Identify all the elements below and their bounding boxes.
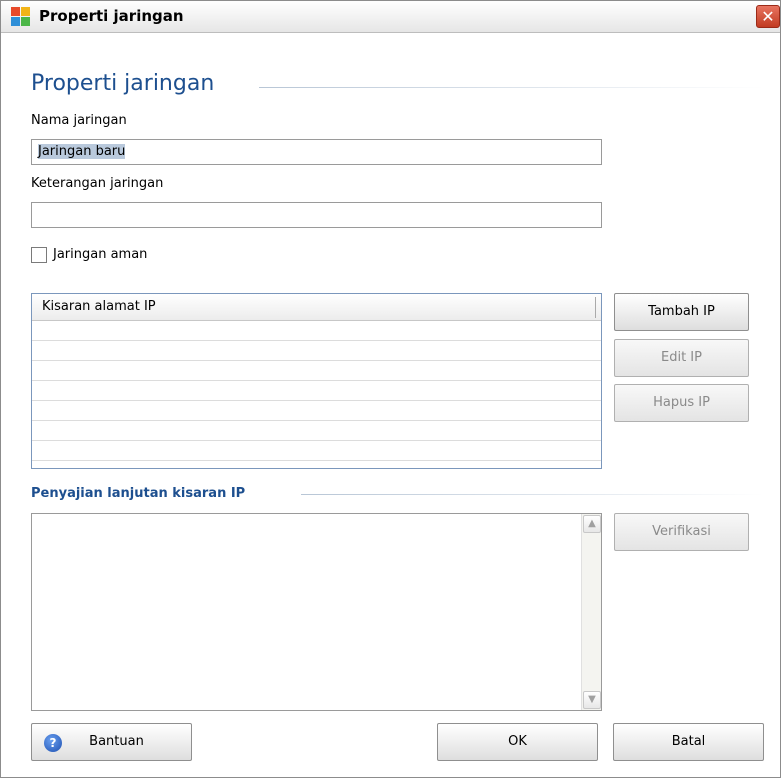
list-item[interactable] bbox=[32, 441, 601, 461]
advanced-ip-section-title: Penyajian lanjutan kisaran IP bbox=[31, 486, 246, 501]
page-title: Properti jaringan bbox=[31, 71, 215, 96]
ip-range-column-header[interactable]: Kisaran alamat IP bbox=[32, 294, 601, 321]
network-name-value: Jaringan baru bbox=[38, 144, 126, 159]
list-item[interactable] bbox=[32, 421, 601, 441]
column-separator bbox=[595, 297, 596, 318]
remove-ip-button[interactable]: Hapus IP bbox=[614, 384, 749, 422]
cancel-button[interactable]: Batal bbox=[613, 723, 764, 761]
help-button[interactable]: ? Bantuan bbox=[31, 723, 192, 761]
ip-range-list[interactable]: Kisaran alamat IP bbox=[31, 293, 602, 469]
vertical-scrollbar[interactable]: ▲ ▼ bbox=[581, 514, 601, 710]
network-description-label: Keterangan jaringan bbox=[31, 176, 164, 191]
list-item[interactable] bbox=[32, 321, 601, 341]
secure-network-label[interactable]: Jaringan aman bbox=[53, 247, 147, 262]
help-button-label: Bantuan bbox=[89, 734, 144, 749]
close-icon: ✕ bbox=[761, 7, 775, 26]
network-name-input[interactable]: Jaringan baru bbox=[31, 139, 602, 165]
app-logo-icon bbox=[11, 7, 31, 27]
add-ip-button[interactable]: Tambah IP bbox=[614, 293, 749, 331]
scroll-down-button[interactable]: ▼ bbox=[583, 691, 601, 709]
ok-button[interactable]: OK bbox=[437, 723, 598, 761]
edit-ip-button[interactable]: Edit IP bbox=[614, 339, 749, 377]
list-item[interactable] bbox=[32, 401, 601, 421]
advanced-ip-textarea[interactable]: ▲ ▼ bbox=[31, 513, 602, 711]
chevron-down-icon: ▼ bbox=[588, 694, 596, 705]
title-bar: Properti jaringan ✕ bbox=[1, 1, 780, 33]
chevron-up-icon: ▲ bbox=[588, 518, 596, 529]
heading-divider bbox=[259, 87, 764, 88]
help-icon: ? bbox=[44, 734, 62, 752]
verify-button[interactable]: Verifikasi bbox=[614, 513, 749, 551]
secure-network-checkbox[interactable] bbox=[31, 247, 47, 263]
network-name-label: Nama jaringan bbox=[31, 113, 127, 128]
close-button[interactable]: ✕ bbox=[756, 5, 780, 28]
window-title: Properti jaringan bbox=[39, 7, 184, 25]
list-item[interactable] bbox=[32, 381, 601, 401]
scroll-up-button[interactable]: ▲ bbox=[583, 515, 601, 533]
section-divider bbox=[301, 494, 764, 495]
ip-range-header-label: Kisaran alamat IP bbox=[42, 299, 156, 314]
network-description-input[interactable] bbox=[31, 202, 602, 228]
list-item[interactable] bbox=[32, 341, 601, 361]
list-item[interactable] bbox=[32, 361, 601, 381]
network-properties-dialog: Properti jaringan ✕ Properti jaringan Na… bbox=[0, 0, 781, 778]
